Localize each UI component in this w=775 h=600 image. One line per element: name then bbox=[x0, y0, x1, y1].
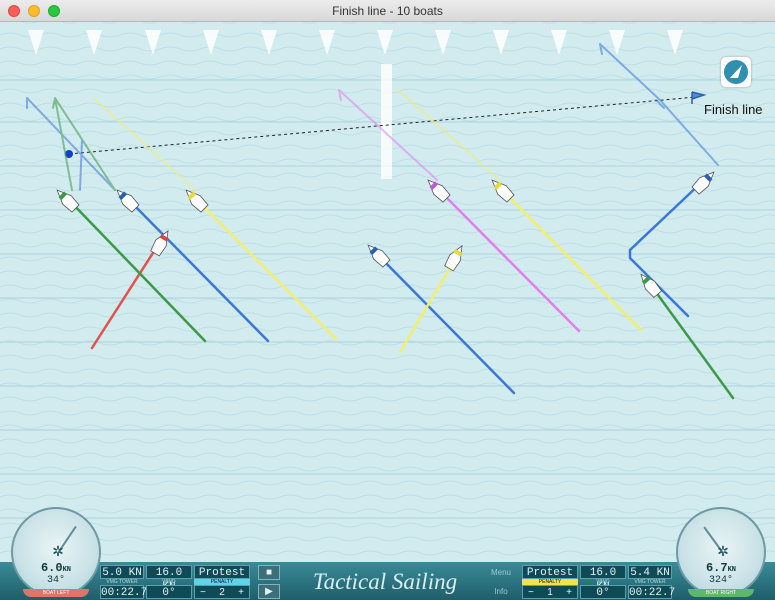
right-penalty-plus-button[interactable]: + bbox=[566, 586, 572, 598]
window-titlebar: Finish line - 10 boats bbox=[0, 0, 775, 22]
left-boat-speed: 5.0 KN bbox=[100, 565, 144, 579]
gauge-boat-right: ✲ 6.7KN 324° BOAT RIGHT bbox=[676, 507, 766, 597]
play-button[interactable]: ▶ bbox=[258, 584, 280, 599]
left-penalty-minus-button[interactable]: − bbox=[200, 586, 206, 598]
right-wind-speed: 16.0 KN bbox=[580, 565, 626, 593]
gauge-right-caption: BOAT RIGHT bbox=[688, 589, 754, 597]
menu-button[interactable]: Menu bbox=[486, 565, 516, 580]
gauge-right-heading: 324° bbox=[708, 575, 733, 586]
gauge-left-heading: 34° bbox=[46, 575, 65, 586]
stop-button[interactable]: ■ bbox=[258, 565, 280, 580]
left-protest-button[interactable]: Protest bbox=[194, 565, 250, 579]
left-penalty-value: 2 bbox=[219, 587, 225, 598]
course-canvas bbox=[0, 22, 775, 562]
left-timer: 00:22.7 bbox=[100, 585, 148, 599]
right-protest-button[interactable]: Protest bbox=[522, 565, 578, 579]
gauge-left-speed: 6.0KN bbox=[40, 561, 71, 575]
left-angle: 0° bbox=[146, 585, 192, 599]
brand-wordmark: Tactical Sailing bbox=[312, 569, 458, 594]
start-pin-mark bbox=[381, 64, 392, 179]
gauge-boat-left: ✲ 6.0KN 34° BOAT LEFT bbox=[11, 507, 101, 597]
right-angle: 0° bbox=[580, 585, 626, 599]
app-logo-icon bbox=[721, 57, 751, 87]
race-course[interactable] bbox=[0, 22, 775, 562]
helm-wheel-icon: ✲ bbox=[717, 543, 729, 559]
right-penalty-minus-button[interactable]: − bbox=[528, 586, 534, 598]
left-penalty-stepper: − 2 + bbox=[194, 585, 250, 599]
gauge-left-caption: BOAT LEFT bbox=[23, 589, 89, 597]
finish-line-label: Finish line bbox=[704, 102, 763, 117]
right-timer: 00:22.7 bbox=[628, 585, 676, 599]
right-penalty-value: 1 bbox=[547, 587, 553, 598]
left-wind-speed: 16.0 KN bbox=[146, 565, 192, 593]
left-penalty-plus-button[interactable]: + bbox=[238, 586, 244, 598]
gauge-right-speed: 6.7KN bbox=[705, 561, 736, 575]
window-title: Finish line - 10 boats bbox=[332, 4, 443, 18]
right-boat-speed: 5.4 KN bbox=[628, 565, 672, 579]
helm-wheel-icon: ✲ bbox=[52, 543, 64, 559]
info-button[interactable]: Info bbox=[486, 584, 516, 599]
right-penalty-stepper: − 1 + bbox=[522, 585, 578, 599]
